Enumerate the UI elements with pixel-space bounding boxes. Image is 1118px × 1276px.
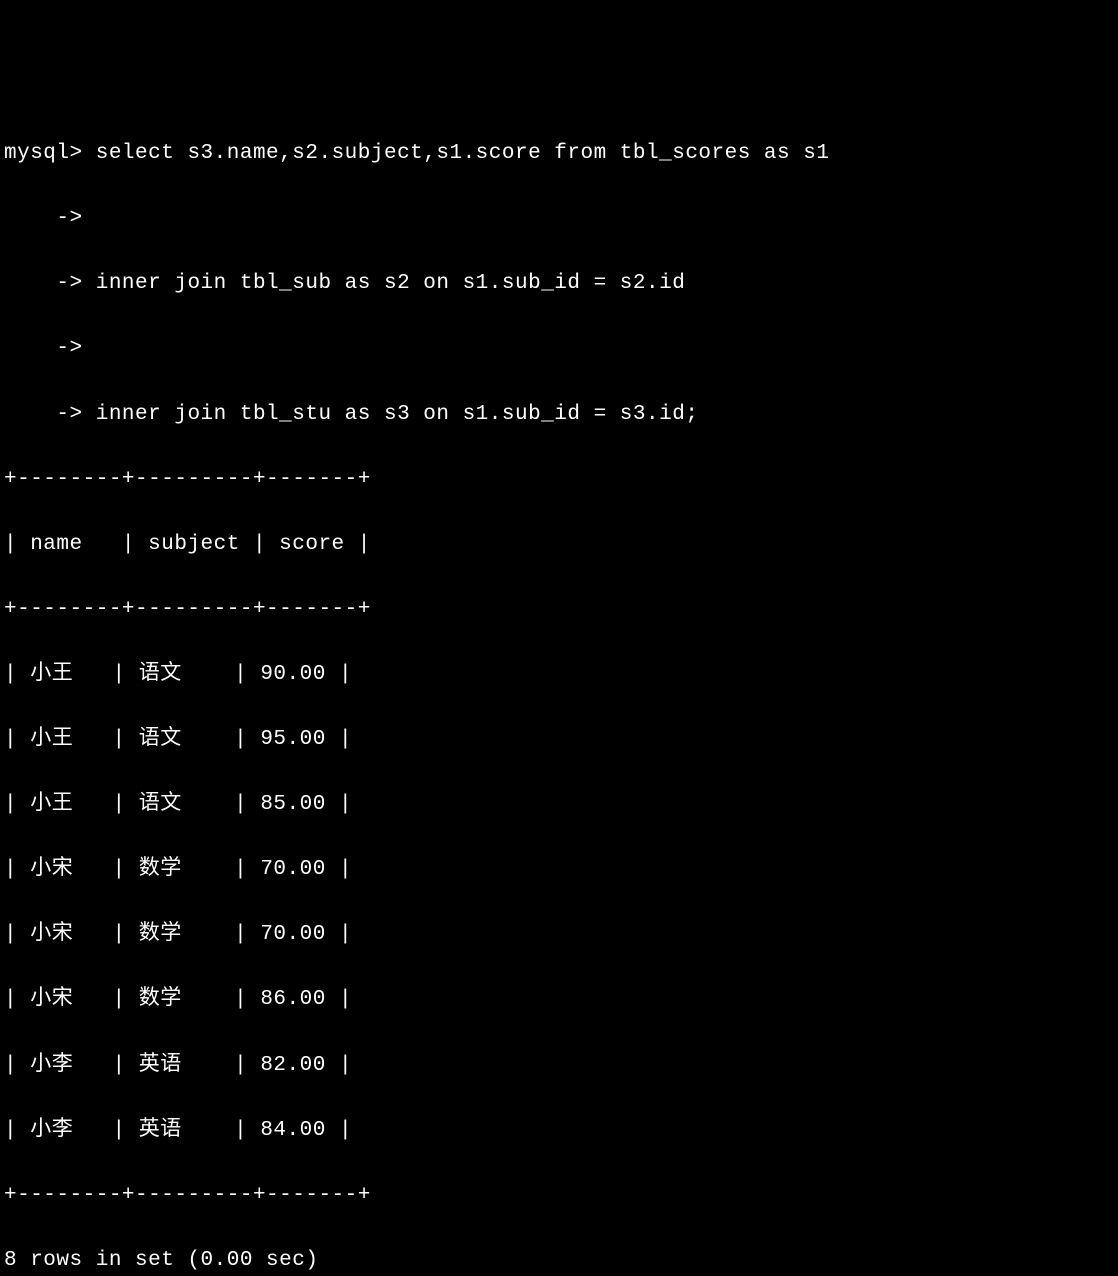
mysql-prompt: mysql>	[4, 142, 83, 165]
table-header: | name | subject | score |	[4, 529, 1114, 562]
table-row: | 小李 | 英语 | 84.00 |	[4, 1115, 1114, 1148]
table-row: | 小王 | 语文 | 85.00 |	[4, 789, 1114, 822]
query-line-3: -> inner join tbl_sub as s2 on s1.sub_id…	[4, 268, 1114, 301]
continuation-prompt: ->	[4, 272, 83, 295]
table-row: | 小宋 | 数学 | 70.00 |	[4, 854, 1114, 887]
table-row: | 小宋 | 数学 | 86.00 |	[4, 984, 1114, 1017]
query-line-4: ->	[4, 333, 1114, 366]
table-border-top: +--------+---------+-------+	[4, 464, 1114, 497]
table-border-bottom: +--------+---------+-------+	[4, 1180, 1114, 1213]
continuation-prompt: ->	[4, 207, 83, 230]
table-border-mid: +--------+---------+-------+	[4, 594, 1114, 627]
query-text-5: inner join tbl_stu as s3 on s1.sub_id = …	[83, 403, 699, 426]
continuation-prompt: ->	[4, 337, 83, 360]
continuation-prompt: ->	[4, 403, 83, 426]
query-text-3: inner join tbl_sub as s2 on s1.sub_id = …	[83, 272, 686, 295]
query-line-5: -> inner join tbl_stu as s3 on s1.sub_id…	[4, 399, 1114, 432]
table-row: | 小王 | 语文 | 95.00 |	[4, 724, 1114, 757]
result-footer: 8 rows in set (0.00 sec)	[4, 1245, 1114, 1276]
table-row: | 小李 | 英语 | 82.00 |	[4, 1050, 1114, 1083]
table-row: | 小王 | 语文 | 90.00 |	[4, 659, 1114, 692]
table-row: | 小宋 | 数学 | 70.00 |	[4, 919, 1114, 952]
query-line-2: ->	[4, 203, 1114, 236]
query-text-1: select s3.name,s2.subject,s1.score from …	[83, 142, 830, 165]
query-line-1: mysql> select s3.name,s2.subject,s1.scor…	[4, 138, 1114, 171]
